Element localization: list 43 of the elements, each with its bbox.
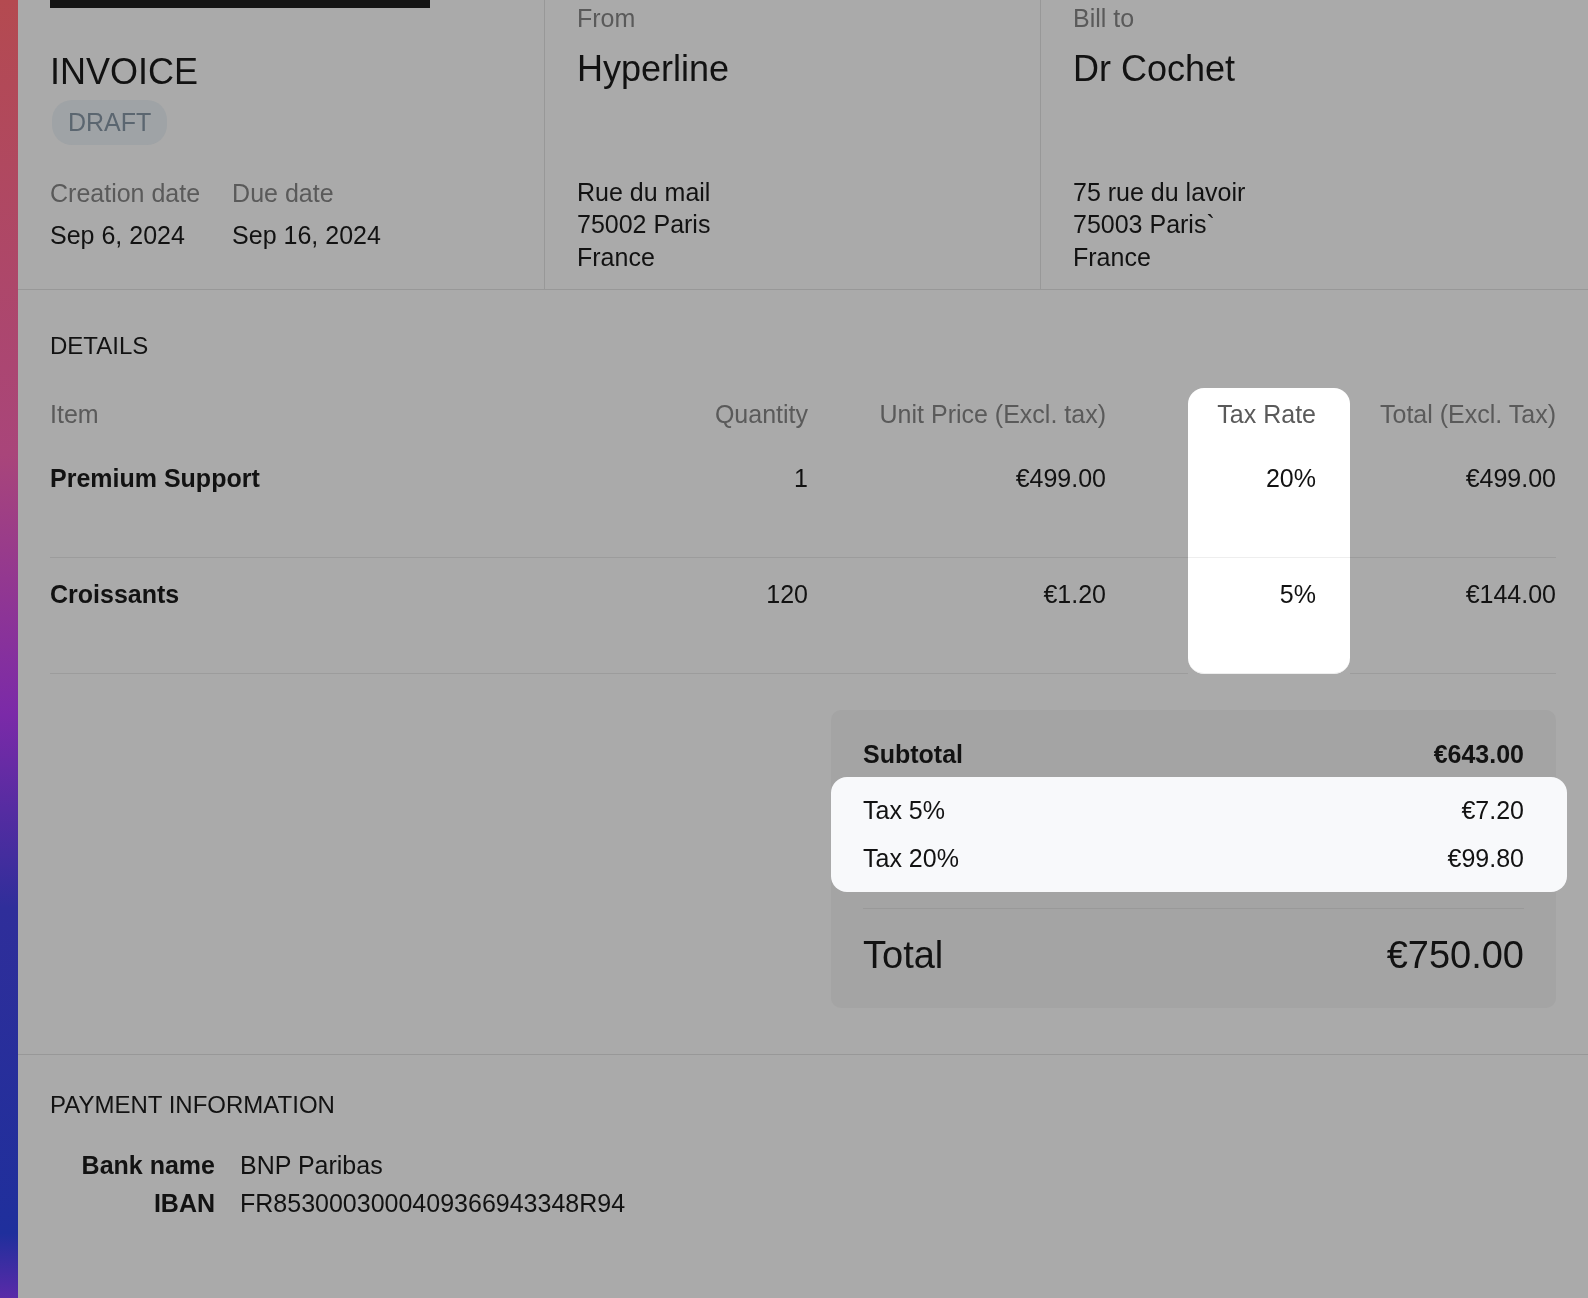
table-cell: €499.00	[1350, 441, 1556, 558]
column-header: Quantity	[713, 399, 808, 430]
field-value: FR8530003000409366943348R94	[240, 1187, 627, 1219]
subtotal-value: €643.00	[1433, 738, 1524, 770]
party-label: From	[577, 3, 637, 34]
subtotal-label: Subtotal	[863, 738, 963, 770]
address-line: 75002 Paris	[577, 209, 712, 240]
field-value: BNP Paribas	[240, 1150, 384, 1181]
table-cell: 1	[648, 441, 808, 558]
column-header: Unit Price (Excl. tax)	[878, 399, 1107, 430]
field-label: IBAN	[152, 1187, 215, 1219]
date-label: Due date	[232, 178, 335, 210]
tax-value: €99.80	[1447, 842, 1524, 874]
table-cell: Premium Support	[50, 441, 648, 558]
invoice-title: INVOICE	[50, 52, 200, 92]
section-title: DETAILS	[50, 331, 150, 361]
address-line: Rue du mail	[577, 176, 712, 208]
section-title: PAYMENT INFORMATION	[50, 1090, 336, 1120]
total-label: Total	[863, 933, 944, 978]
column-header: Tax Rate	[1188, 388, 1350, 442]
table-cell: 120	[648, 557, 808, 674]
party-label: Bill to	[1073, 3, 1136, 34]
address-line: France	[1073, 241, 1152, 273]
tax-value: €7.20	[1461, 795, 1524, 826]
party-name: Hyperline	[577, 46, 731, 91]
date-value: Sep 16, 2024	[232, 219, 381, 251]
address-line: 75 rue du lavoir	[1073, 176, 1247, 208]
tax-label: Tax 5%	[863, 795, 945, 826]
table-cell: 5%	[1188, 557, 1350, 674]
table-cell: Croissants	[50, 557, 648, 674]
date-value: Sep 6, 2024	[50, 219, 186, 251]
column-header: Item	[50, 399, 100, 430]
table-cell: 20%	[1188, 441, 1350, 558]
date-label: Creation date	[50, 178, 201, 210]
tax-label: Tax 20%	[863, 842, 959, 874]
address-line: France	[577, 241, 656, 273]
address-line: 75003 Paris`	[1073, 209, 1216, 240]
status-badge: DRAFT	[52, 99, 168, 146]
field-label: Bank name	[80, 1150, 215, 1181]
party-name: Dr Cochet	[1073, 46, 1237, 91]
total-value: €750.00	[1386, 933, 1524, 978]
column-header: Total (Excl. Tax)	[1379, 399, 1556, 430]
table-cell: €144.00	[1350, 557, 1556, 674]
